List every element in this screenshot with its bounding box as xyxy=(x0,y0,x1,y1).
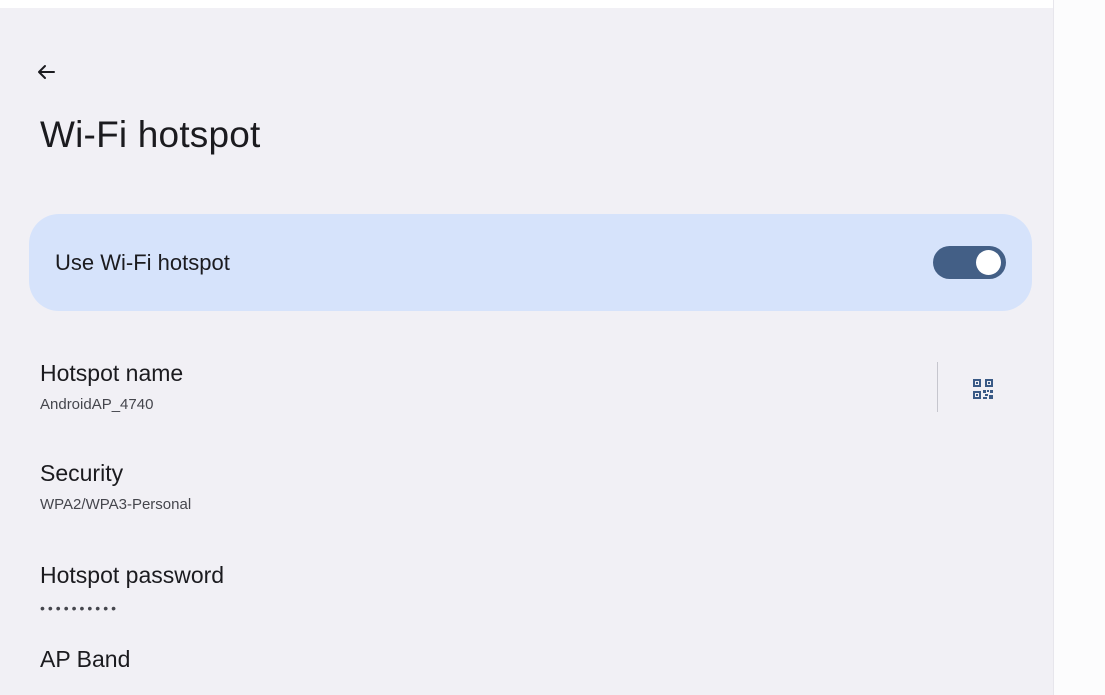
back-button[interactable] xyxy=(26,52,66,92)
arrow-back-icon xyxy=(38,65,55,79)
hotspot-name-row[interactable]: Hotspot name AndroidAP_4740 xyxy=(0,340,1053,440)
security-row[interactable]: Security WPA2/WPA3-Personal xyxy=(0,446,1053,546)
ap-band-row[interactable]: AP Band xyxy=(0,628,1053,695)
toggle-thumb xyxy=(976,250,1001,275)
security-title: Security xyxy=(40,460,124,486)
hotspot-toggle[interactable] xyxy=(933,246,1006,279)
use-hotspot-switch-card[interactable]: Use Wi-Fi hotspot xyxy=(29,214,1032,311)
secondary-pane xyxy=(1053,0,1105,695)
hotspot-password-value: •••••••••• xyxy=(40,600,120,616)
use-hotspot-label: Use Wi-Fi hotspot xyxy=(55,250,230,275)
hotspot-password-title: Hotspot password xyxy=(40,562,225,588)
ap-band-title: AP Band xyxy=(40,646,131,672)
hotspot-name-value: AndroidAP_4740 xyxy=(40,396,154,413)
page-title: Wi-Fi hotspot xyxy=(40,114,261,155)
share-qr-button[interactable] xyxy=(960,366,1006,412)
security-value: WPA2/WPA3-Personal xyxy=(40,496,192,513)
qr-code-icon xyxy=(973,379,993,399)
divider xyxy=(937,362,938,412)
settings-panel: Wi-Fi hotspot Use Wi-Fi hotspot Hotspot … xyxy=(0,8,1053,695)
hotspot-name-title: Hotspot name xyxy=(40,360,184,386)
